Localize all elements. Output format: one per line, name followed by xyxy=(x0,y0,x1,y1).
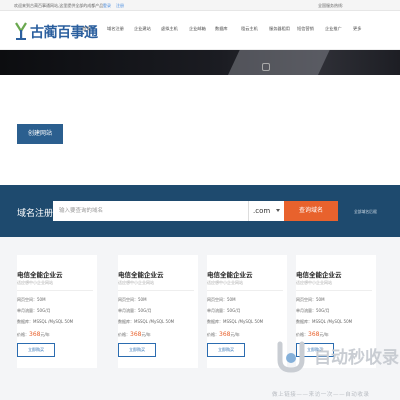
card-subtitle: 适应想中小企业网站 xyxy=(296,280,332,285)
watermark-text: 自动秒收录 xyxy=(314,348,399,368)
nav-item-more[interactable]: 更多 xyxy=(353,26,367,36)
buy-button[interactable]: 立即购买 xyxy=(118,343,156,357)
hotline-label: 全国服务热线: xyxy=(318,3,344,8)
all-suffix-link[interactable]: 全部域名后缀 xyxy=(354,209,377,215)
nav-item-email[interactable]: 企业邮箱 xyxy=(189,26,215,36)
nav-item-promo[interactable]: 企业推广 xyxy=(325,26,353,36)
nav-item-server[interactable]: 服务器租用 xyxy=(269,26,297,36)
price-value: 368 xyxy=(308,331,320,338)
create-website-button[interactable]: 创建网站 xyxy=(17,124,63,144)
card-spec-db: 数据库：MSSQL /MySQL 50M xyxy=(207,319,264,324)
card-title: 电信全能企业云 xyxy=(118,271,164,279)
price-value: 368 xyxy=(130,331,142,338)
watermark: 自动秒收录 做上链接——来访一次——自动收录 xyxy=(262,340,400,400)
site-logo[interactable]: 古蔺百事通 xyxy=(14,21,98,41)
site-header: 古蔺百事通 首页 域名注册 企业建站 虚拟主机 企业邮箱 数据库 租云主机 服务… xyxy=(0,11,400,50)
card-spec-traffic: 单月流量：50G/月 xyxy=(118,308,152,313)
card-spec-traffic: 单月流量：50G/月 xyxy=(17,308,51,313)
price-unit: 元/年 xyxy=(141,332,151,337)
main-nav: 首页 域名注册 企业建站 虚拟主机 企业邮箱 数据库 租云主机 服务器租用 短信… xyxy=(82,26,367,36)
watermark-subtext: 做上链接——来访一次——自动收录 xyxy=(272,392,370,398)
card-divider xyxy=(207,290,283,291)
card-subtitle: 适应想中小企业网站 xyxy=(118,280,154,285)
card-spec-space: 网页空间：50M xyxy=(17,297,46,302)
card-price: 价格：368元/年 xyxy=(118,331,151,338)
domain-title: 域名注册 xyxy=(17,209,54,219)
search-domain-button[interactable]: 查询域名 xyxy=(284,201,338,221)
product-card: 电信全能企业云 适应想中小企业网站 网页空间：50M 单月流量：50G/月 数据… xyxy=(118,255,198,368)
nav-item-home[interactable]: 首页 xyxy=(82,26,107,36)
card-price: 价格：368元/年 xyxy=(296,331,329,338)
card-divider xyxy=(118,290,194,291)
card-spec-traffic: 单月流量：50G/月 xyxy=(296,308,330,313)
price-unit: 元/年 xyxy=(40,332,50,337)
nav-item-database[interactable]: 数据库 xyxy=(215,26,241,36)
nav-item-hosting[interactable]: 虚拟主机 xyxy=(161,26,189,36)
watermark-logo-icon xyxy=(277,341,305,373)
buy-button[interactable]: 立即购买 xyxy=(207,343,245,357)
welcome-text: 欢迎来到古蔺百事通网站,这里提供全部的成都产品! xyxy=(14,3,105,8)
card-title: 电信全能企业云 xyxy=(296,271,342,279)
card-spec-space: 网页空间：50M xyxy=(296,297,325,302)
card-subtitle: 适应想中小企业网站 xyxy=(17,280,53,285)
card-spec-traffic: 单月流量：50G/月 xyxy=(207,308,241,313)
card-price: 价格：368元/年 xyxy=(207,331,240,338)
domain-suffix-select[interactable]: .com xyxy=(248,201,284,221)
logo-icon xyxy=(15,22,27,40)
price-value: 368 xyxy=(29,331,41,338)
price-value: 368 xyxy=(219,331,231,338)
price-unit: 元/年 xyxy=(319,332,329,337)
card-price: 价格：368元/年 xyxy=(17,331,50,338)
price-label: 价格： xyxy=(17,332,29,337)
card-spec-db: 数据库：MSSQL /MySQL 50M xyxy=(118,319,175,324)
card-spec-space: 网页空间：50M xyxy=(118,297,147,302)
card-title: 电信全能企业云 xyxy=(17,271,63,279)
price-label: 价格： xyxy=(207,332,219,337)
card-divider xyxy=(17,290,93,291)
domain-suffix-value: .com xyxy=(253,207,271,215)
nav-item-cloud[interactable]: 租云主机 xyxy=(241,26,269,36)
card-spec-db: 数据库：MSSQL /MySQL 50M xyxy=(296,319,353,324)
register-link[interactable]: 注册 xyxy=(116,3,124,9)
domain-search-input[interactable]: 输入要查询的域名 xyxy=(53,201,248,221)
nav-item-domain[interactable]: 域名注册 xyxy=(107,26,134,36)
card-subtitle: 适应想中小企业网站 xyxy=(207,280,243,285)
hero-graphic xyxy=(225,50,335,75)
card-spec-db: 数据库：MSSQL /MySQL 50M xyxy=(17,319,74,324)
card-title: 电信全能企业云 xyxy=(207,271,253,279)
card-spec-space: 网页空间：50M xyxy=(207,297,236,302)
nav-item-website[interactable]: 企业建站 xyxy=(134,26,161,36)
hero-device-icon xyxy=(262,63,270,71)
nav-item-sms[interactable]: 短信营销 xyxy=(297,26,325,36)
product-card: 电信全能企业云 适应想中小企业网站 网页空间：50M 单月流量：50G/月 数据… xyxy=(17,255,97,368)
chevron-down-icon xyxy=(276,209,280,212)
price-label: 价格： xyxy=(296,332,308,337)
top-bar: 欢迎来到古蔺百事通网站,这里提供全部的成都产品! 登录 注册 全国服务热线: xyxy=(0,0,400,11)
hero-banner xyxy=(0,50,400,75)
login-link[interactable]: 登录 xyxy=(103,3,111,9)
card-divider xyxy=(296,290,372,291)
price-label: 价格： xyxy=(118,332,130,337)
buy-button[interactable]: 立即购买 xyxy=(17,343,55,357)
price-unit: 元/年 xyxy=(230,332,240,337)
